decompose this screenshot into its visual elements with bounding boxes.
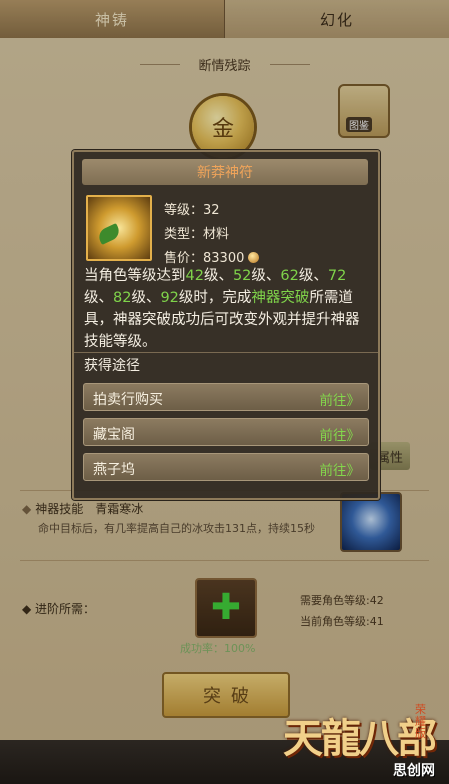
source-label: 拍卖行购买 [93, 392, 163, 408]
coin-icon [248, 252, 260, 263]
source-label: 藏宝阁 [93, 427, 135, 443]
goto-link[interactable]: 前往》 [320, 424, 361, 444]
popup-title: 新莽神符 [82, 159, 368, 185]
item-price: 售价：83300 [164, 247, 260, 266]
source-section-title: 获得途径 [74, 352, 378, 378]
source-row-yanziwu[interactable]: 燕子坞 前往》 [83, 453, 369, 481]
talisman-item-icon [86, 195, 152, 261]
goto-link[interactable]: 前往》 [320, 459, 361, 479]
logo-subtitle: 荣耀版 [415, 703, 426, 740]
source-row-auction[interactable]: 拍卖行购买 前往》 [83, 383, 369, 411]
item-type: 类型：材料 [164, 227, 230, 242]
source-label: 燕子坞 [93, 462, 135, 478]
site-watermark: 思创网 [393, 763, 435, 779]
goto-link[interactable]: 前往》 [320, 389, 361, 409]
item-level: 等级：32 [164, 203, 220, 218]
logo-text: 天龍八部 [283, 715, 437, 762]
game-screen: 神铸 幻化 断情残踪 金 图鉴 属性 ◆ 神器技能 青霜寒冰 命中目标后，有几率提高… [0, 0, 449, 784]
item-description: 当角色等级达到42级、52级、62级、72级、82级、92级时，完成神器突破所需… [84, 268, 360, 350]
item-tooltip-popup: 新莽神符 等级：32 类型：材料 售价：83300 当角色等级达到42级、52级… [72, 150, 380, 500]
source-row-treasure-pavilion[interactable]: 藏宝阁 前往》 [83, 418, 369, 446]
